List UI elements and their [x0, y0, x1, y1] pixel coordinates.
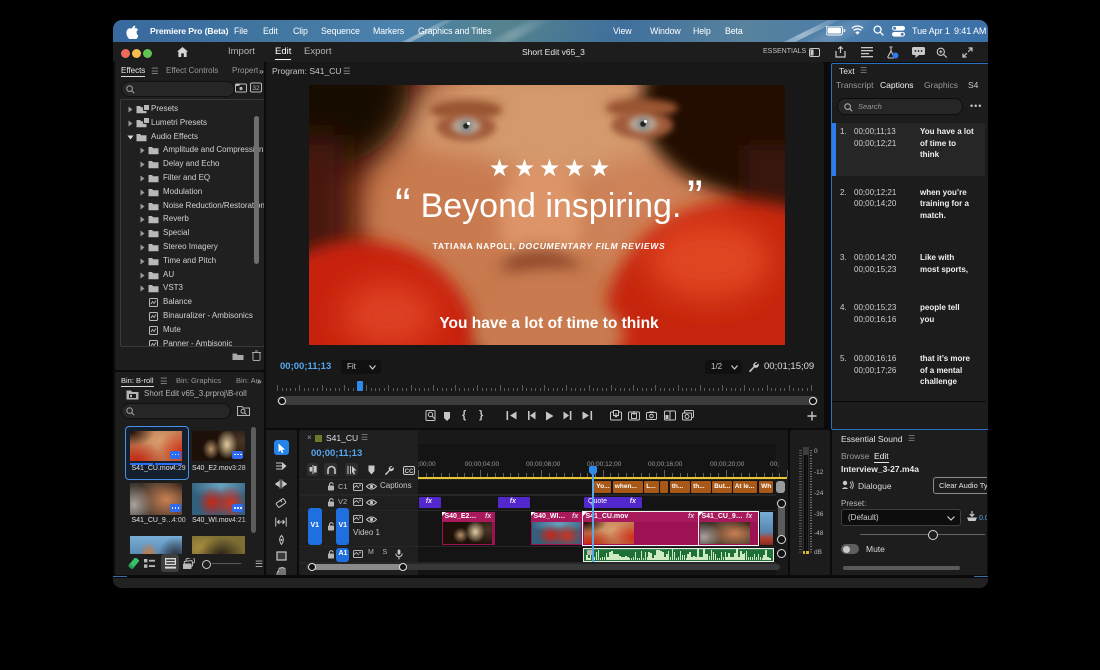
svg-text:“: “ — [395, 178, 411, 231]
svg-text:TATIANA NAPOLI, DOCUMENTARY FI: TATIANA NAPOLI, DOCUMENTARY FILM REVIEWS — [433, 241, 666, 251]
svg-text:Beyond inspiring.: Beyond inspiring. — [421, 187, 682, 225]
svg-text:32: 32 — [252, 85, 260, 92]
svg-text:You have a lot of time to thin: You have a lot of time to think — [439, 315, 659, 332]
svg-text:CC: CC — [405, 469, 414, 475]
svg-text:”: ” — [687, 170, 703, 223]
